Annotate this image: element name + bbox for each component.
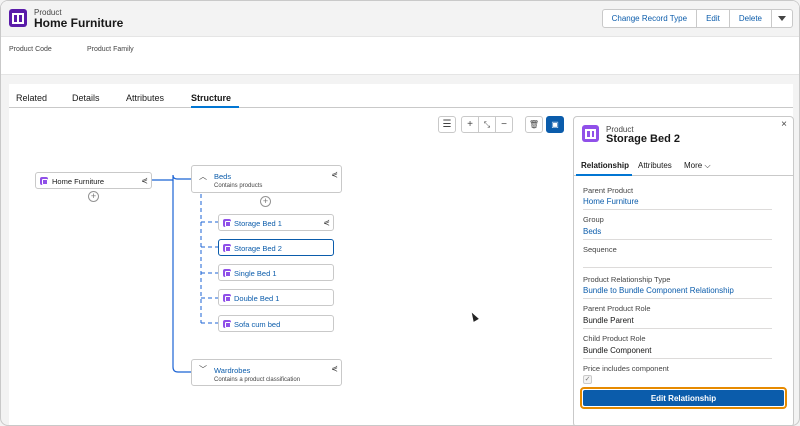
field-label: Group [583, 215, 604, 224]
chevron-up-icon[interactable]: ︿ [199, 171, 207, 182]
divider [583, 358, 772, 359]
child-role-value: Bundle Component [583, 346, 652, 355]
connector-child-branches [201, 221, 218, 324]
tree-node-root[interactable]: Home Furniture ⋞ [35, 172, 152, 189]
node-label: Sofa cum bed [234, 320, 281, 329]
product-icon [223, 320, 231, 328]
tab-relationship[interactable]: Relationship [581, 161, 629, 170]
product-icon [223, 219, 231, 227]
node-label: Storage Bed 2 [234, 244, 282, 253]
edit-relationship-button[interactable]: Edit Relationship [583, 390, 784, 406]
tree-node-child[interactable]: Single Bed 1 [218, 264, 334, 281]
close-icon[interactable]: × [781, 119, 787, 130]
divider [583, 267, 772, 268]
edit-relationship-button-focus[interactable]: Edit Relationship [580, 387, 787, 409]
add-child-button[interactable]: + [88, 191, 99, 202]
product-icon [223, 294, 231, 302]
field-label: Sequence [583, 245, 617, 254]
divider [583, 209, 772, 210]
add-child-button[interactable]: + [260, 196, 271, 207]
chevron-down-icon[interactable]: ﹀ [199, 364, 207, 375]
more-label: More [684, 161, 703, 170]
product-object-icon [582, 125, 599, 142]
node-label: Storage Bed 1 [234, 219, 282, 228]
connector-wardrobes [172, 180, 191, 373]
parent-role-value: Bundle Parent [583, 316, 634, 325]
node-label: Single Bed 1 [234, 269, 277, 278]
field-label: Price includes component [583, 364, 669, 373]
field-label: Parent Product Role [583, 304, 651, 313]
field-label: Parent Product [583, 186, 634, 195]
share-icon[interactable]: ⋞ [141, 176, 148, 185]
product-icon [223, 269, 231, 277]
tab-attributes[interactable]: Attributes [638, 161, 672, 170]
node-label: Home Furniture [52, 177, 105, 186]
tree-node-group[interactable]: ﹀ Wardrobes Contains a product classific… [191, 359, 342, 386]
active-tab-indicator [576, 174, 632, 176]
tab-more[interactable]: More ⌵ [684, 161, 711, 171]
share-icon[interactable]: ⋞ [331, 364, 338, 373]
divider [583, 239, 772, 240]
tree-node-child[interactable]: Storage Bed 1 ⋞ [218, 214, 334, 231]
panel-title: Storage Bed 2 [606, 133, 680, 145]
divider [583, 328, 772, 329]
tree-node-group[interactable]: ︿ Beds Contains products ⋞ [191, 165, 342, 193]
tree-node-child-selected[interactable]: Storage Bed 2 [218, 239, 334, 256]
group-link[interactable]: Beds [583, 227, 601, 236]
details-panel: Product Storage Bed 2 × Relationship Att… [573, 116, 794, 425]
share-icon[interactable]: ⋞ [331, 170, 338, 179]
share-icon[interactable]: ⋞ [323, 218, 330, 227]
parent-product-link[interactable]: Home Furniture [583, 197, 639, 206]
price-includes-checkbox: ✓ [583, 375, 592, 384]
field-label: Product Relationship Type [583, 275, 671, 284]
tree-node-child[interactable]: Double Bed 1 [218, 289, 334, 306]
chevron-down-icon: ⌵ [704, 161, 711, 170]
connector-beds [152, 174, 191, 181]
relationship-type-link[interactable]: Bundle to Bundle Component Relationship [583, 286, 734, 295]
group-label: Wardrobes [214, 366, 251, 375]
product-icon [223, 244, 231, 252]
product-icon [40, 177, 48, 185]
panel-tabs: Relationship Attributes More ⌵ [574, 154, 793, 176]
group-description: Contains a product classification [214, 377, 301, 383]
group-description: Contains products [214, 183, 263, 189]
divider [583, 298, 772, 299]
app-frame: Product Home Furniture Change Record Typ… [0, 0, 800, 426]
tree-node-child[interactable]: Sofa cum bed [218, 315, 334, 332]
field-label: Child Product Role [583, 334, 646, 343]
node-label: Double Bed 1 [234, 294, 280, 303]
group-label: Beds [214, 172, 232, 181]
